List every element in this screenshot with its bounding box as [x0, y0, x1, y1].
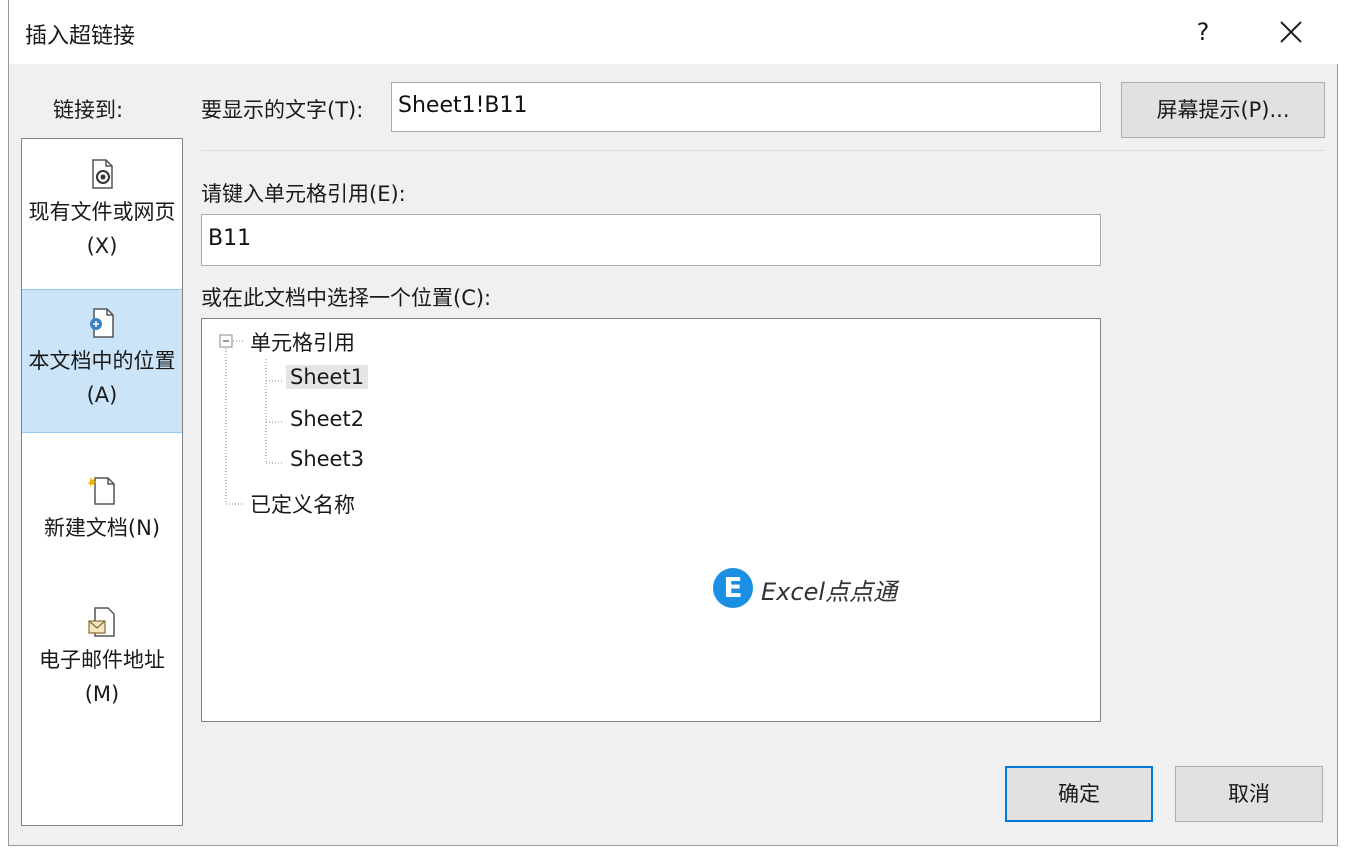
ok-button[interactable]: 确定 — [1005, 766, 1153, 822]
sidebar-item-label: 新建文档(N) — [43, 516, 161, 540]
tree-node-sheet2[interactable]: Sheet2 — [290, 407, 364, 431]
sidebar-item-label: 现有文件或网页(X) — [28, 200, 176, 258]
separator — [201, 150, 1325, 151]
cancel-button[interactable]: 取消 — [1175, 766, 1323, 822]
place-in-document-icon — [90, 308, 114, 338]
tree-node-sheet3[interactable]: Sheet3 — [290, 447, 364, 471]
cell-reference-label: 请键入单元格引用(E): — [201, 182, 406, 206]
help-button[interactable]: ? — [1175, 12, 1231, 52]
sidebar-item-email-address[interactable]: 电子邮件地址(M) — [22, 605, 182, 735]
sidebar-item-label: 电子邮件地址(M) — [39, 648, 165, 706]
display-text-label: 要显示的文字(T): — [201, 98, 364, 122]
close-icon — [1280, 21, 1302, 43]
display-text-input[interactable]: Sheet1!B11 — [391, 82, 1101, 132]
watermark-logo: E — [713, 568, 753, 608]
new-document-icon — [87, 477, 115, 505]
sidebar-item-label: 本文档中的位置(A) — [28, 349, 176, 407]
link-to-label: 链接到: — [53, 98, 124, 122]
watermark-text: Excel点点通 — [761, 578, 897, 606]
sidebar-item-place-in-document[interactable]: 本文档中的位置(A) — [22, 289, 182, 433]
insert-hyperlink-dialog: 插入超链接 ? 链接到: 现有文件或网页(X) 本文档中的位置(A) 新建文档(… — [8, 0, 1339, 846]
tree-node-defined-names[interactable]: 已定义名称 — [250, 489, 355, 519]
dialog-title: 插入超链接 — [25, 24, 136, 49]
link-type-sidebar: 现有文件或网页(X) 本文档中的位置(A) 新建文档(N) 电子邮件地址(M) — [21, 138, 183, 826]
tree-node-sheet1[interactable]: Sheet1 — [286, 365, 369, 389]
sidebar-item-new-document[interactable]: 新建文档(N) — [22, 473, 182, 573]
place-in-document-label: 或在此文档中选择一个位置(C): — [201, 286, 492, 310]
close-button[interactable] — [1263, 12, 1319, 52]
title-bar: 插入超链接 ? — [9, 0, 1339, 64]
sidebar-item-existing-file[interactable]: 现有文件或网页(X) — [22, 157, 182, 287]
tree-node-cell-reference[interactable]: 单元格引用 — [250, 327, 355, 357]
document-place-tree: 单元格引用 Sheet1 Sheet2 Sheet3 已定义名称 — [201, 318, 1101, 722]
cell-reference-input[interactable]: B11 — [201, 214, 1101, 266]
existing-file-icon — [92, 159, 113, 189]
screentip-button[interactable]: 屏幕提示(P)... — [1121, 82, 1325, 138]
email-address-icon — [88, 607, 115, 637]
